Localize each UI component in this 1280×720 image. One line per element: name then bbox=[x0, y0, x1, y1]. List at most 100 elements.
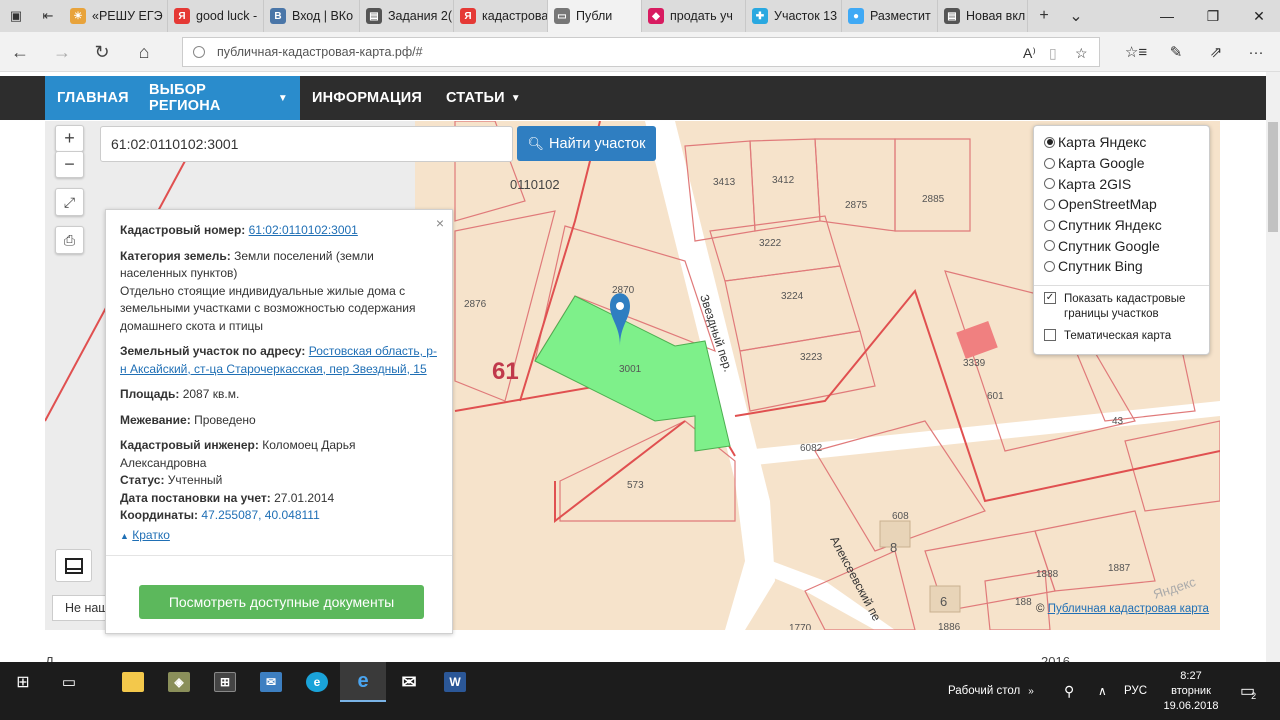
nav-info[interactable]: ИНФОРМАЦИЯ bbox=[300, 76, 434, 120]
thematic-checkbox[interactable] bbox=[1044, 328, 1056, 341]
show-borders-label: Показать кадастровые границы участков bbox=[1064, 292, 1186, 321]
people-icon[interactable]: ⚲ bbox=[1064, 662, 1074, 720]
zoom-out-button[interactable]: − bbox=[55, 151, 84, 178]
browser-tab[interactable]: Якадастрова bbox=[454, 0, 548, 32]
clock[interactable]: 8:27 вторник 19.06.2018 bbox=[1160, 662, 1222, 720]
store-app[interactable]: ⊞ bbox=[202, 662, 248, 702]
browser-tab[interactable]: ▭ Публи bbox=[548, 0, 642, 32]
find-parcel-button[interactable]: 🔍︎ Найти участок bbox=[517, 126, 656, 161]
expand-icon[interactable]: ⤢ bbox=[55, 188, 84, 216]
layer-option[interactable]: Карта Яндекс bbox=[1044, 132, 1199, 153]
tab-favicon-icon: ◆ bbox=[648, 8, 664, 24]
windows-icon: ⊞ bbox=[16, 674, 30, 691]
nav-articles[interactable]: СТАТЬИ ▼ bbox=[434, 76, 533, 120]
browser-tab-bar: ▣ ⇤ ☀ «РЕШУ ЕГЭ Яgood luck - В Вход | ВКо ▤ За… bbox=[0, 0, 1280, 32]
edge-app[interactable]: e bbox=[340, 662, 386, 702]
refresh-icon[interactable]: ↻ bbox=[82, 32, 122, 72]
notes-pen-icon[interactable]: ✎ bbox=[1156, 32, 1196, 72]
page-scrollbar[interactable] bbox=[1266, 72, 1280, 662]
layer-radio[interactable] bbox=[1044, 240, 1055, 252]
tab-label: Вход | ВКо bbox=[292, 9, 354, 23]
layer-radio[interactable] bbox=[1044, 136, 1055, 148]
more-icon[interactable]: ··· bbox=[1236, 32, 1276, 72]
cadastral-link[interactable]: 61:02:0110102:3001 bbox=[249, 223, 358, 237]
browser-tab[interactable]: ▤ Задания 2( bbox=[360, 0, 454, 32]
thematic-option[interactable]: Тематическая карта bbox=[1044, 328, 1199, 345]
layer-radio[interactable] bbox=[1044, 178, 1055, 190]
nav-home[interactable]: ГЛАВНАЯ bbox=[45, 76, 141, 120]
close-window-icon[interactable]: ✕ bbox=[1236, 0, 1280, 32]
short-toggle[interactable]: ▲ Кратко bbox=[120, 527, 438, 546]
view-documents-button[interactable]: Посмотреть доступные документы bbox=[139, 585, 424, 619]
layer-option[interactable]: Спутник Google bbox=[1044, 235, 1199, 256]
desktop-toolbar[interactable]: Рабочий стол » bbox=[948, 662, 1034, 720]
date-label: Дата постановки на учет: bbox=[120, 490, 271, 505]
notifications-icon[interactable]: ▭ 2 bbox=[1240, 662, 1256, 720]
site-info-icon[interactable] bbox=[193, 46, 205, 58]
layer-radio[interactable] bbox=[1044, 198, 1055, 210]
layer-radio[interactable] bbox=[1044, 219, 1055, 231]
back-tabs-icon[interactable]: ⇤ bbox=[32, 0, 64, 32]
cadastral-search-input[interactable]: 61:02:0110102:3001 bbox=[100, 126, 513, 162]
layer-option[interactable]: Спутник Яндекс bbox=[1044, 215, 1199, 236]
language-indicator[interactable]: РУС bbox=[1124, 662, 1147, 720]
chevron-down-icon: ▼ bbox=[510, 92, 521, 104]
show-borders-option[interactable]: ✓ Показать кадастровые границы участков bbox=[1044, 291, 1199, 323]
copyright-link[interactable]: Публичная кадастровая карта bbox=[1048, 603, 1209, 615]
browser-tab[interactable]: ✚ Участок 13 bbox=[746, 0, 842, 32]
layer-option[interactable]: Карта Google bbox=[1044, 153, 1199, 174]
forward-icon[interactable]: → bbox=[42, 32, 82, 72]
start-button[interactable]: ⊞ bbox=[0, 662, 46, 702]
nav-region[interactable]: ВЫБОР РЕГИОНА ▼ bbox=[137, 76, 300, 120]
task-view-button[interactable]: ▭ bbox=[46, 662, 92, 702]
layer-label: Спутник Bing bbox=[1058, 258, 1143, 275]
browser-tab[interactable]: Яgood luck - bbox=[168, 0, 264, 32]
zoom-in-button[interactable]: + bbox=[55, 125, 84, 152]
layer-option[interactable]: Спутник Bing bbox=[1044, 256, 1199, 277]
browser-tab[interactable]: ● Разместит bbox=[842, 0, 938, 32]
tab-favicon-icon: ▤ bbox=[944, 8, 960, 24]
url-field[interactable]: публичная-кадастровая-карта.рф/# A⁾ ▯ ☆ bbox=[182, 37, 1100, 67]
ruler-button[interactable] bbox=[55, 549, 92, 582]
favorite-star-icon[interactable]: ☆ bbox=[1075, 38, 1088, 68]
minimize-icon[interactable]: — bbox=[1144, 0, 1190, 32]
mail-alt-app[interactable]: ✉ bbox=[386, 662, 432, 702]
home-icon[interactable]: ⌂ bbox=[124, 32, 164, 72]
map-label: 1888 bbox=[1036, 569, 1059, 580]
scrollbar-thumb[interactable] bbox=[1268, 122, 1278, 232]
site-navigation: ГЛАВНАЯ ВЫБОР РЕГИОНА ▼ ИНФОРМАЦИЯ СТАТЬИ… bbox=[0, 76, 1266, 120]
skype-app[interactable]: e bbox=[294, 662, 340, 702]
clock-date: 19.06.2018 bbox=[1163, 699, 1219, 712]
maps-app[interactable]: ◈ bbox=[156, 662, 202, 702]
layer-radio[interactable] bbox=[1044, 260, 1055, 272]
mail-app[interactable]: ✉ bbox=[248, 662, 294, 702]
layer-radio[interactable] bbox=[1044, 157, 1055, 169]
new-tab-icon[interactable]: + bbox=[1028, 0, 1060, 32]
maximize-icon[interactable]: ❐ bbox=[1190, 0, 1236, 32]
map-label: 573 bbox=[627, 480, 644, 491]
layer-label: Карта 2GIS bbox=[1058, 175, 1132, 192]
layer-option[interactable]: OpenStreetMap bbox=[1044, 194, 1199, 215]
tray-chevron-up-icon[interactable]: ∧ bbox=[1098, 662, 1107, 720]
map-label: 2885 bbox=[922, 194, 945, 205]
show-borders-checkbox[interactable]: ✓ bbox=[1044, 291, 1056, 304]
chevrons-icon: » bbox=[1028, 685, 1034, 697]
tab-list-icon[interactable]: ▣ bbox=[0, 0, 32, 32]
reading-view-icon[interactable]: ▯ bbox=[1049, 38, 1057, 68]
favorites-hub-icon[interactable]: ☆≡ bbox=[1116, 32, 1156, 72]
clock-time: 8:27 bbox=[1180, 669, 1202, 682]
word-app[interactable]: W bbox=[432, 662, 478, 702]
print-icon[interactable]: ⎙ bbox=[55, 226, 84, 254]
browser-tab[interactable]: ▤ Новая вкл bbox=[938, 0, 1028, 32]
layer-option[interactable]: Карта 2GIS bbox=[1044, 173, 1199, 194]
read-aloud-icon[interactable]: A⁾ bbox=[1023, 38, 1036, 68]
chevron-down-icon[interactable]: ⌄ bbox=[1060, 0, 1092, 32]
share-icon[interactable]: ⇗ bbox=[1196, 32, 1236, 72]
explorer-app[interactable] bbox=[110, 662, 156, 702]
browser-tab[interactable]: В Вход | ВКо bbox=[264, 0, 360, 32]
back-icon[interactable]: ← bbox=[0, 32, 40, 72]
status-label: Статус: bbox=[120, 473, 165, 487]
close-icon[interactable]: × bbox=[436, 215, 444, 233]
browser-tab[interactable]: ☀ «РЕШУ ЕГЭ bbox=[64, 0, 168, 32]
browser-tab[interactable]: ◆ продать уч bbox=[642, 0, 746, 32]
